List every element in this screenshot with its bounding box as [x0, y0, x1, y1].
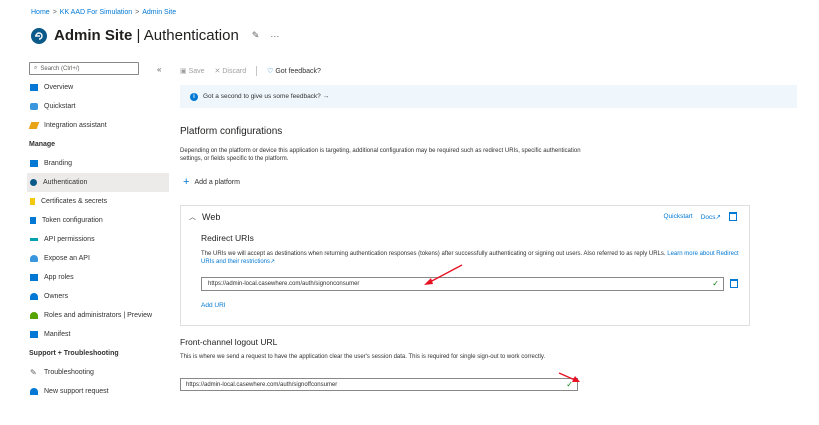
breadcrumb-app[interactable]: Admin Site [142, 9, 176, 16]
sidebar-item-owners[interactable]: Owners [29, 287, 169, 306]
sidebar-item-label: New support request [44, 388, 109, 395]
feedback-banner[interactable]: i Got a second to give us some feedback?… [180, 85, 797, 108]
sidebar-item-quickstart[interactable]: Quickstart [29, 97, 169, 116]
authentication-icon [30, 179, 37, 186]
authentication-icon [31, 27, 47, 44]
front-channel-logout-description: This is where we send a request to have … [180, 354, 546, 360]
sidebar-item-label: Manifest [44, 331, 71, 338]
sidebar-item-label: App roles [44, 274, 74, 281]
branding-icon [30, 160, 38, 167]
search-placeholder: Search (Ctrl+/) [40, 65, 80, 72]
annotation-arrow-redirect [424, 264, 463, 285]
annotation-arrow-logout [558, 372, 580, 382]
sidebar-item-troubleshooting[interactable]: ✎ Troubleshooting [29, 363, 169, 382]
sidebar-item-app-roles[interactable]: App roles [29, 268, 169, 287]
platform-configurations-title: Platform configurations [180, 126, 283, 137]
manage-section-header: Manage [29, 141, 56, 148]
manifest-icon [30, 331, 38, 338]
sidebar-item-label: Owners [44, 293, 69, 300]
api-permissions-icon [30, 238, 38, 241]
sidebar-item-label: Expose an API [44, 255, 90, 262]
support-section-header: Support + Troubleshooting [29, 350, 119, 357]
roles-icon [30, 312, 38, 319]
sidebar-item-label: Branding [44, 160, 73, 167]
pin-icon[interactable]: ✎ [252, 30, 260, 41]
breadcrumb-separator: > [135, 9, 140, 16]
sidebar-item-new-support-request[interactable]: New support request [29, 382, 169, 401]
sidebar-item-roles-administrators[interactable]: Roles and administrators | Preview [29, 306, 169, 325]
external-link-icon: ↗ [270, 259, 276, 265]
sidebar-item-certificates-secrets[interactable]: Certificates & secrets [29, 192, 169, 211]
close-icon: ✕ [214, 68, 221, 75]
rocket-icon [28, 122, 40, 129]
breadcrumb-tenant[interactable]: KK AAD For Simulation [60, 9, 132, 16]
front-channel-logout-title: Front-channel logout URL [180, 337, 278, 347]
sidebar-item-label: Quickstart [44, 103, 76, 110]
feedback-button[interactable]: ♡ Got feedback? [267, 67, 321, 75]
add-platform-button[interactable]: + Add a platform [183, 176, 240, 188]
cloud-icon [30, 255, 38, 262]
redirect-uris-title: Redirect URIs [201, 233, 254, 243]
search-icon: ⌕ [34, 65, 38, 71]
sidebar-item-overview[interactable]: Overview [29, 78, 169, 97]
sidebar-item-branding[interactable]: Branding [29, 154, 169, 173]
sidebar-item-integration-assistant[interactable]: Integration assistant [28, 116, 169, 135]
overview-icon [30, 84, 38, 91]
sidebar-item-manifest[interactable]: Manifest [29, 325, 169, 344]
platform-configurations-description: Depending on the platform or device this… [180, 148, 581, 162]
chevron-up-icon: ︿ [189, 214, 196, 221]
collapse-sidebar-button[interactable]: « [157, 65, 161, 74]
page-title: Admin Site | Authentication [54, 27, 239, 44]
breadcrumb-separator: > [52, 9, 57, 16]
redirect-uris-description: The URIs we will accept as destinations … [201, 251, 739, 265]
discard-button[interactable]: ✕ Discard [215, 67, 247, 75]
sidebar-item-label: Token configuration [42, 217, 103, 224]
info-icon: i [190, 92, 198, 101]
key-icon [30, 198, 35, 205]
delete-uri-trash-icon[interactable] [730, 279, 738, 288]
sidebar-item-api-permissions[interactable]: API permissions [29, 230, 169, 249]
save-button[interactable]: ▣ Save [180, 67, 205, 75]
sidebar-item-expose-api[interactable]: Expose an API [29, 249, 169, 268]
front-channel-logout-input[interactable]: https://admin-local.casewhere.com/auth/s… [180, 378, 578, 391]
toolbar-divider [256, 66, 258, 76]
support-icon [30, 388, 38, 395]
breadcrumb-home[interactable]: Home [31, 9, 50, 16]
sidebar-item-label: Certificates & secrets [41, 198, 108, 205]
token-icon [30, 217, 36, 224]
plus-icon: + [183, 176, 190, 188]
sidebar: ⌕ Search (Ctrl+/) « Overview Quickstart … [27, 62, 169, 401]
quickstart-icon [30, 103, 38, 110]
more-icon[interactable]: ··· [270, 31, 279, 41]
sidebar-item-label: Authentication [43, 179, 88, 186]
sidebar-item-label: Overview [44, 84, 74, 91]
breadcrumb: Home > KK AAD For Simulation > Admin Sit… [31, 9, 176, 16]
wrench-icon: ✎ [30, 368, 37, 377]
sidebar-item-label: API permissions [44, 236, 95, 243]
app-roles-icon [30, 274, 38, 281]
sidebar-item-label: Troubleshooting [44, 369, 94, 376]
heart-icon: ♡ [267, 68, 274, 75]
sidebar-search-input[interactable]: ⌕ Search (Ctrl+/) [29, 62, 139, 75]
checkmark-icon: ✓ [712, 279, 719, 288]
sidebar-item-label: Roles and administrators | Preview [44, 312, 153, 319]
external-link-icon: ↗ [715, 213, 721, 221]
docs-link[interactable]: Docs↗ [701, 213, 721, 221]
command-bar: ▣ Save ✕ Discard ♡ Got feedback? [180, 66, 321, 76]
feedback-banner-text: Got a second to give us some feedback? → [203, 93, 330, 100]
web-platform-header[interactable]: ︿ Web [189, 212, 220, 222]
save-icon: ▣ [180, 68, 187, 75]
sidebar-item-label: Integration assistant [44, 122, 107, 129]
add-uri-link[interactable]: Add URI [201, 302, 226, 309]
quickstart-link[interactable]: Quickstart [663, 213, 692, 220]
sidebar-item-token-configuration[interactable]: Token configuration [29, 211, 169, 230]
page-header: Admin Site | Authentication ✎ ··· [31, 27, 279, 44]
web-platform-actions: Quickstart Docs↗ [663, 212, 737, 221]
owners-icon [30, 293, 38, 300]
sidebar-item-authentication[interactable]: Authentication [27, 173, 169, 192]
delete-platform-trash-icon[interactable] [729, 212, 737, 221]
